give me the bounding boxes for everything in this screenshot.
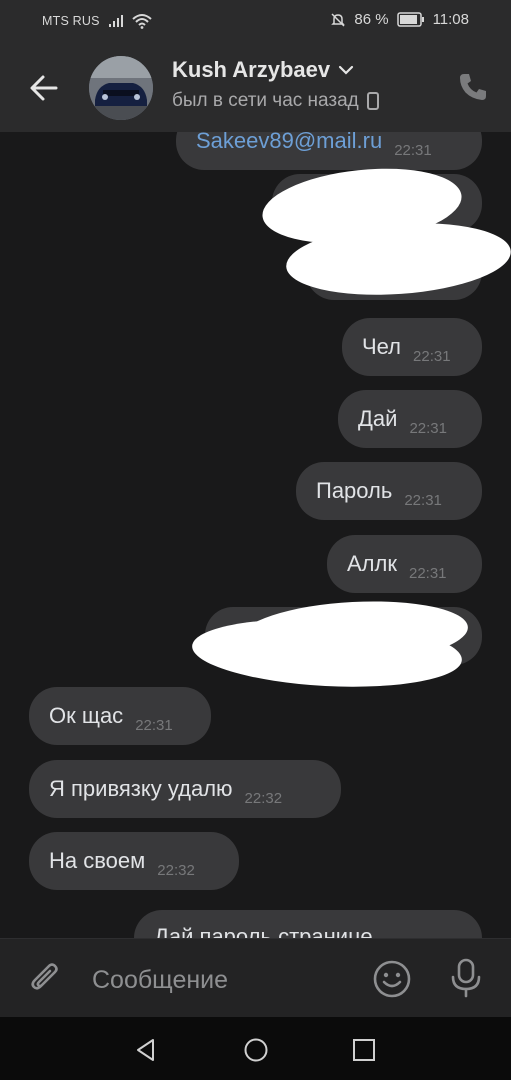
message-bubble-out[interactable]: Дай 22:31 xyxy=(338,390,482,448)
message-text: Ок щас xyxy=(49,703,124,728)
message-text: Дай пароль странице xyxy=(154,924,373,938)
contact-name[interactable]: Kush Arzybaev xyxy=(172,57,354,83)
status-right: 86 % 11:08 xyxy=(330,11,469,28)
message-text: Sakeev89@mail.ru xyxy=(196,132,383,153)
nav-home-icon[interactable] xyxy=(243,1037,269,1063)
microphone-icon[interactable] xyxy=(447,957,485,999)
message-time: 22:31 xyxy=(409,419,447,437)
status-bar: MTS RUS 86 % 11:08 xyxy=(0,0,511,42)
message-time: 22:31 xyxy=(135,716,173,734)
back-arrow-icon[interactable] xyxy=(26,70,62,106)
message-text: На своем xyxy=(49,848,146,873)
composer xyxy=(0,938,511,1018)
message-time: 22:31 xyxy=(413,347,451,365)
chevron-down-icon xyxy=(339,65,354,75)
car-photo-icon xyxy=(89,56,153,120)
message-bubble-out[interactable]: Аллк 22:31 xyxy=(327,535,482,593)
mobile-icon xyxy=(366,92,379,110)
last-seen-label: был в сети час назад xyxy=(172,90,359,111)
message-time: 22:32 xyxy=(244,789,283,807)
message-text: Чел xyxy=(362,334,402,359)
phone-icon[interactable] xyxy=(456,70,490,104)
message-bubble-out[interactable]: Пароль 22:31 xyxy=(296,462,482,520)
message-bubble-out[interactable]: Sakeev89@mail.ru 22:31 xyxy=(176,132,482,170)
paperclip-icon[interactable] xyxy=(26,959,64,997)
message-bubble-out[interactable]: Чел 22:31 xyxy=(342,318,482,376)
message-text: Пароль xyxy=(316,478,393,503)
battery-icon xyxy=(396,12,424,27)
message-time: 22:32 xyxy=(157,861,195,879)
message-bubble-in[interactable]: Ок щас 22:31 xyxy=(29,687,211,745)
message-time: 22:31 xyxy=(404,491,442,509)
message-time: 22:31 xyxy=(394,141,432,159)
message-list[interactable]: Sakeev89@mail.ru 22:31 Чел 22:31 Дай 22:… xyxy=(0,132,511,938)
message-time: 22:31 xyxy=(408,564,447,582)
carrier-label: MTS RUS xyxy=(42,14,100,28)
bell-muted-icon xyxy=(331,12,346,27)
wifi-icon xyxy=(131,14,152,29)
message-text: Я привязку удалю xyxy=(49,776,233,801)
nav-recent-apps-icon[interactable] xyxy=(352,1038,376,1062)
system-nav-bar xyxy=(0,1017,511,1080)
chat-header: Kush Arzybaev был в сети час назад xyxy=(0,42,511,132)
clock: 11:08 xyxy=(432,11,469,28)
nav-back-icon[interactable] xyxy=(133,1037,159,1063)
smiley-icon[interactable] xyxy=(372,959,412,999)
message-text: Дай xyxy=(358,406,398,431)
message-bubble-out[interactable]: Дай пароль странице xyxy=(134,910,482,938)
message-input[interactable] xyxy=(90,961,354,999)
contact-status: был в сети час назад xyxy=(172,90,379,112)
message-bubble-in[interactable]: На своем 22:32 xyxy=(29,832,239,890)
avatar[interactable] xyxy=(89,56,153,120)
message-text: Аллк xyxy=(347,551,397,576)
status-left: MTS RUS xyxy=(42,13,152,29)
message-bubble-in[interactable]: Я привязку удалю 22:32 xyxy=(29,760,341,818)
battery-percent: 86 % xyxy=(354,11,389,28)
contact-name-label: Kush Arzybaev xyxy=(172,57,331,82)
signal-icon xyxy=(108,15,123,27)
